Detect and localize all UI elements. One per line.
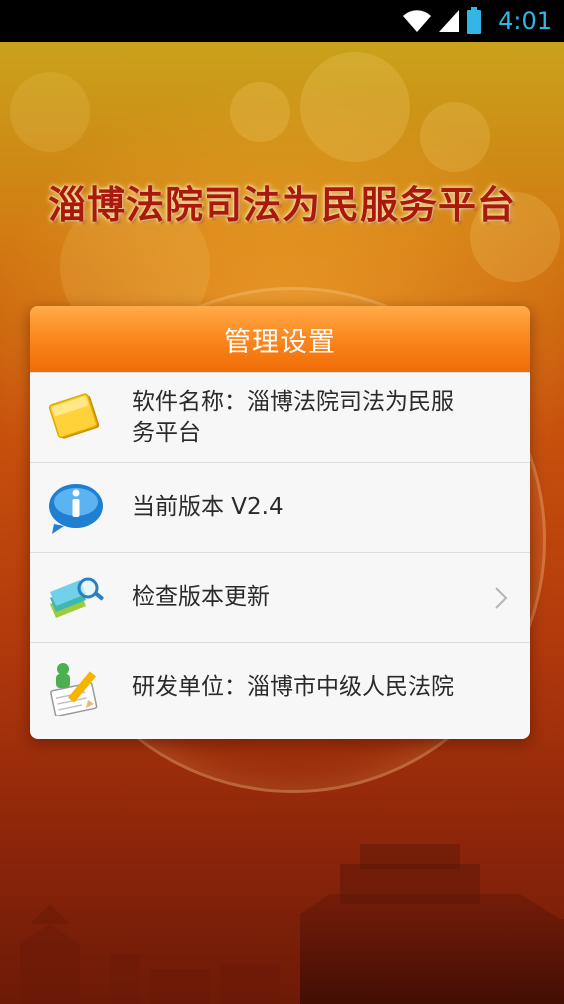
check-update-row[interactable]: 检查版本更新 xyxy=(30,552,530,642)
document-icon xyxy=(46,388,106,448)
software-name-label: 软件名称：淄博法院司法为民服务平台 xyxy=(132,388,454,446)
search-books-icon xyxy=(46,568,106,628)
developer-row[interactable]: 研发单位：淄博市中级人民法院 xyxy=(30,642,530,732)
status-bar: 4:01 xyxy=(0,0,564,42)
management-settings-dialog: 管理设置 软件名称：淄博法院司法为民服务平台 当前版本 V2.4 检查版本更新 … xyxy=(30,306,530,739)
wifi-icon xyxy=(402,8,432,34)
city-skyline-image xyxy=(20,844,564,1004)
dialog-title: 管理设置 xyxy=(224,326,336,358)
chevron-right-icon xyxy=(494,586,508,614)
developer-label: 研发单位：淄博市中级人民法院 xyxy=(132,674,454,700)
battery-icon xyxy=(466,7,482,35)
current-version-label: 当前版本 V2.4 xyxy=(132,494,284,520)
dialog-header: 管理设置 xyxy=(30,306,530,372)
signal-icon xyxy=(438,8,460,34)
app-title: 淄博法院司法为民服务平台 xyxy=(47,182,516,227)
current-version-row[interactable]: 当前版本 V2.4 xyxy=(30,462,530,552)
status-time: 4:01 xyxy=(498,7,552,35)
software-name-row[interactable]: 软件名称：淄博法院司法为民服务平台 xyxy=(30,372,530,462)
edit-user-icon xyxy=(46,658,106,718)
info-icon xyxy=(46,478,106,538)
check-update-label: 检查版本更新 xyxy=(132,584,270,610)
